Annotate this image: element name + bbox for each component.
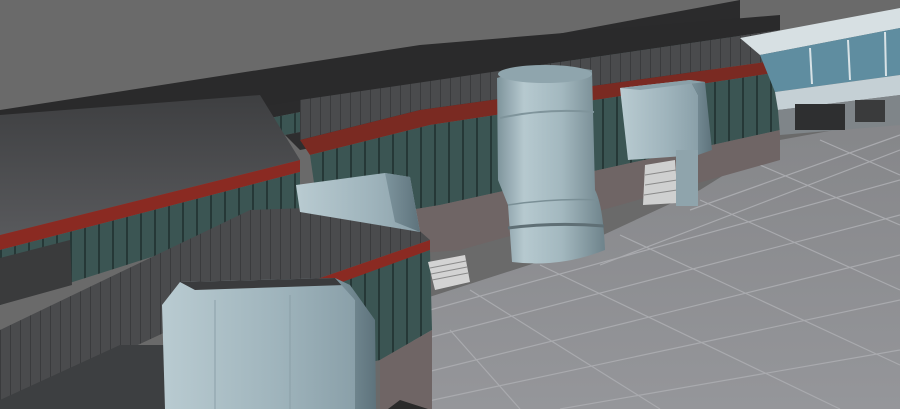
- scene-canvas: [0, 0, 900, 409]
- cylinder-tower: [497, 65, 605, 264]
- stairway-right: [643, 160, 678, 205]
- front-vent-tower: [162, 278, 376, 409]
- game-viewport[interactable]: [0, 0, 900, 409]
